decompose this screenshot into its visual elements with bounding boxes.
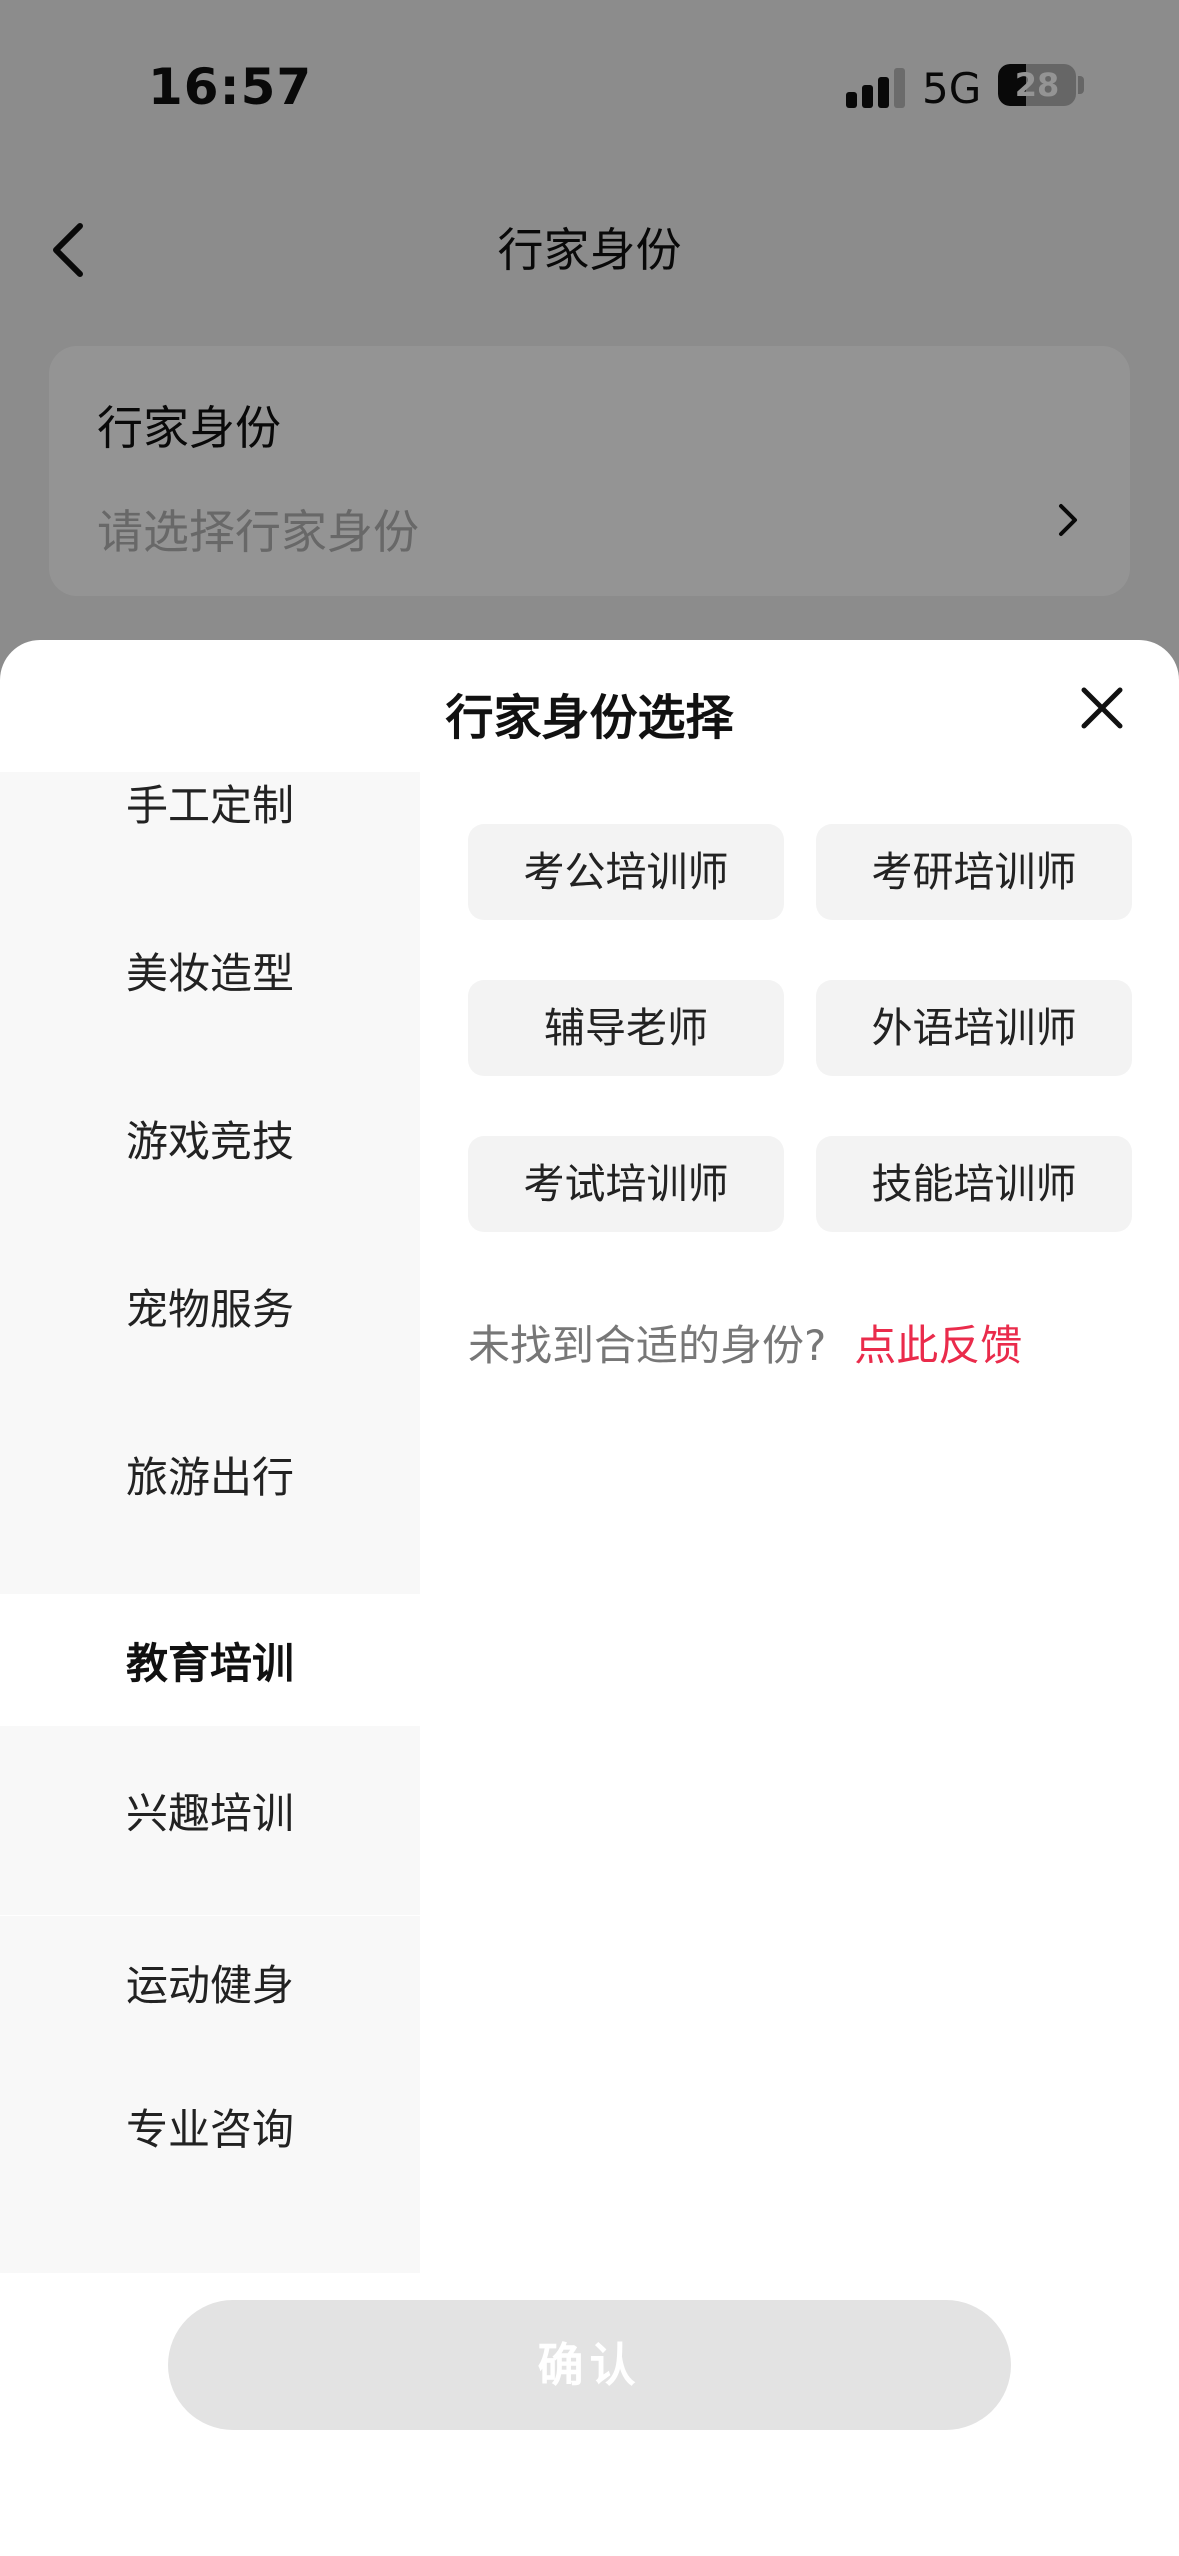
category-label: 教育培训	[125, 1639, 294, 1688]
category-list: 手工定制 美妆造型 游戏竞技 宠物服务 旅游出行 教育培训 兴趣培训	[0, 772, 420, 1915]
category-item-education[interactable]: 教育培训	[0, 1594, 420, 1726]
category-label: 美妆造型	[125, 949, 294, 998]
identity-options: 考公培训师 考研培训师 辅导老师 外语培训师 考试培训师 技能培训师 未找到合适…	[420, 772, 1179, 1915]
option-chip[interactable]: 外语培训师	[816, 980, 1132, 1076]
close-icon	[1081, 687, 1123, 729]
category-label: 旅游出行	[125, 1453, 294, 1502]
feedback-question: 未找到合适的身份?	[468, 1321, 827, 1370]
category-item-gaming[interactable]: 游戏竞技	[0, 1072, 420, 1204]
feedback-row: 未找到合适的身份? 点此反馈	[468, 1312, 1022, 1373]
screen: 16:57 5G 28 行家身份 行家身份 请选择行家身份 行家身份选择 手工定…	[0, 0, 1179, 2556]
option-chip[interactable]: 考试培训师	[468, 1136, 784, 1232]
confirm-button[interactable]: 确认	[168, 2300, 1011, 2430]
feedback-link[interactable]: 点此反馈	[854, 1321, 1022, 1370]
category-label: 手工定制	[125, 781, 294, 830]
option-chip[interactable]: 考研培训师	[816, 824, 1132, 920]
category-label: 游戏竞技	[125, 1117, 294, 1166]
option-chip[interactable]: 辅导老师	[468, 980, 784, 1076]
category-item-handmade[interactable]: 手工定制	[0, 736, 420, 868]
category-item-beauty[interactable]: 美妆造型	[0, 904, 420, 1036]
option-chip[interactable]: 考公培训师	[468, 824, 784, 920]
category-item-fitness[interactable]: 运动健身	[0, 1916, 420, 2048]
option-chip[interactable]: 技能培训师	[816, 1136, 1132, 1232]
category-item-hobby[interactable]: 兴趣培训	[0, 1744, 420, 1876]
category-label: 宠物服务	[125, 1285, 294, 1334]
close-button[interactable]	[1072, 678, 1132, 738]
identity-picker-sheet: 行家身份选择 手工定制 美妆造型 游戏竞技 宠物服务 旅游出行 教育培训 兴趣培…	[0, 640, 1179, 2556]
category-label: 专业咨询	[125, 2105, 294, 2154]
category-label: 兴趣培训	[125, 1789, 294, 1838]
category-item-travel[interactable]: 旅游出行	[0, 1408, 420, 1540]
category-item-pets[interactable]: 宠物服务	[0, 1240, 420, 1372]
category-item-consulting[interactable]: 专业咨询	[0, 2048, 420, 2273]
category-label: 运动健身	[125, 1961, 294, 2010]
